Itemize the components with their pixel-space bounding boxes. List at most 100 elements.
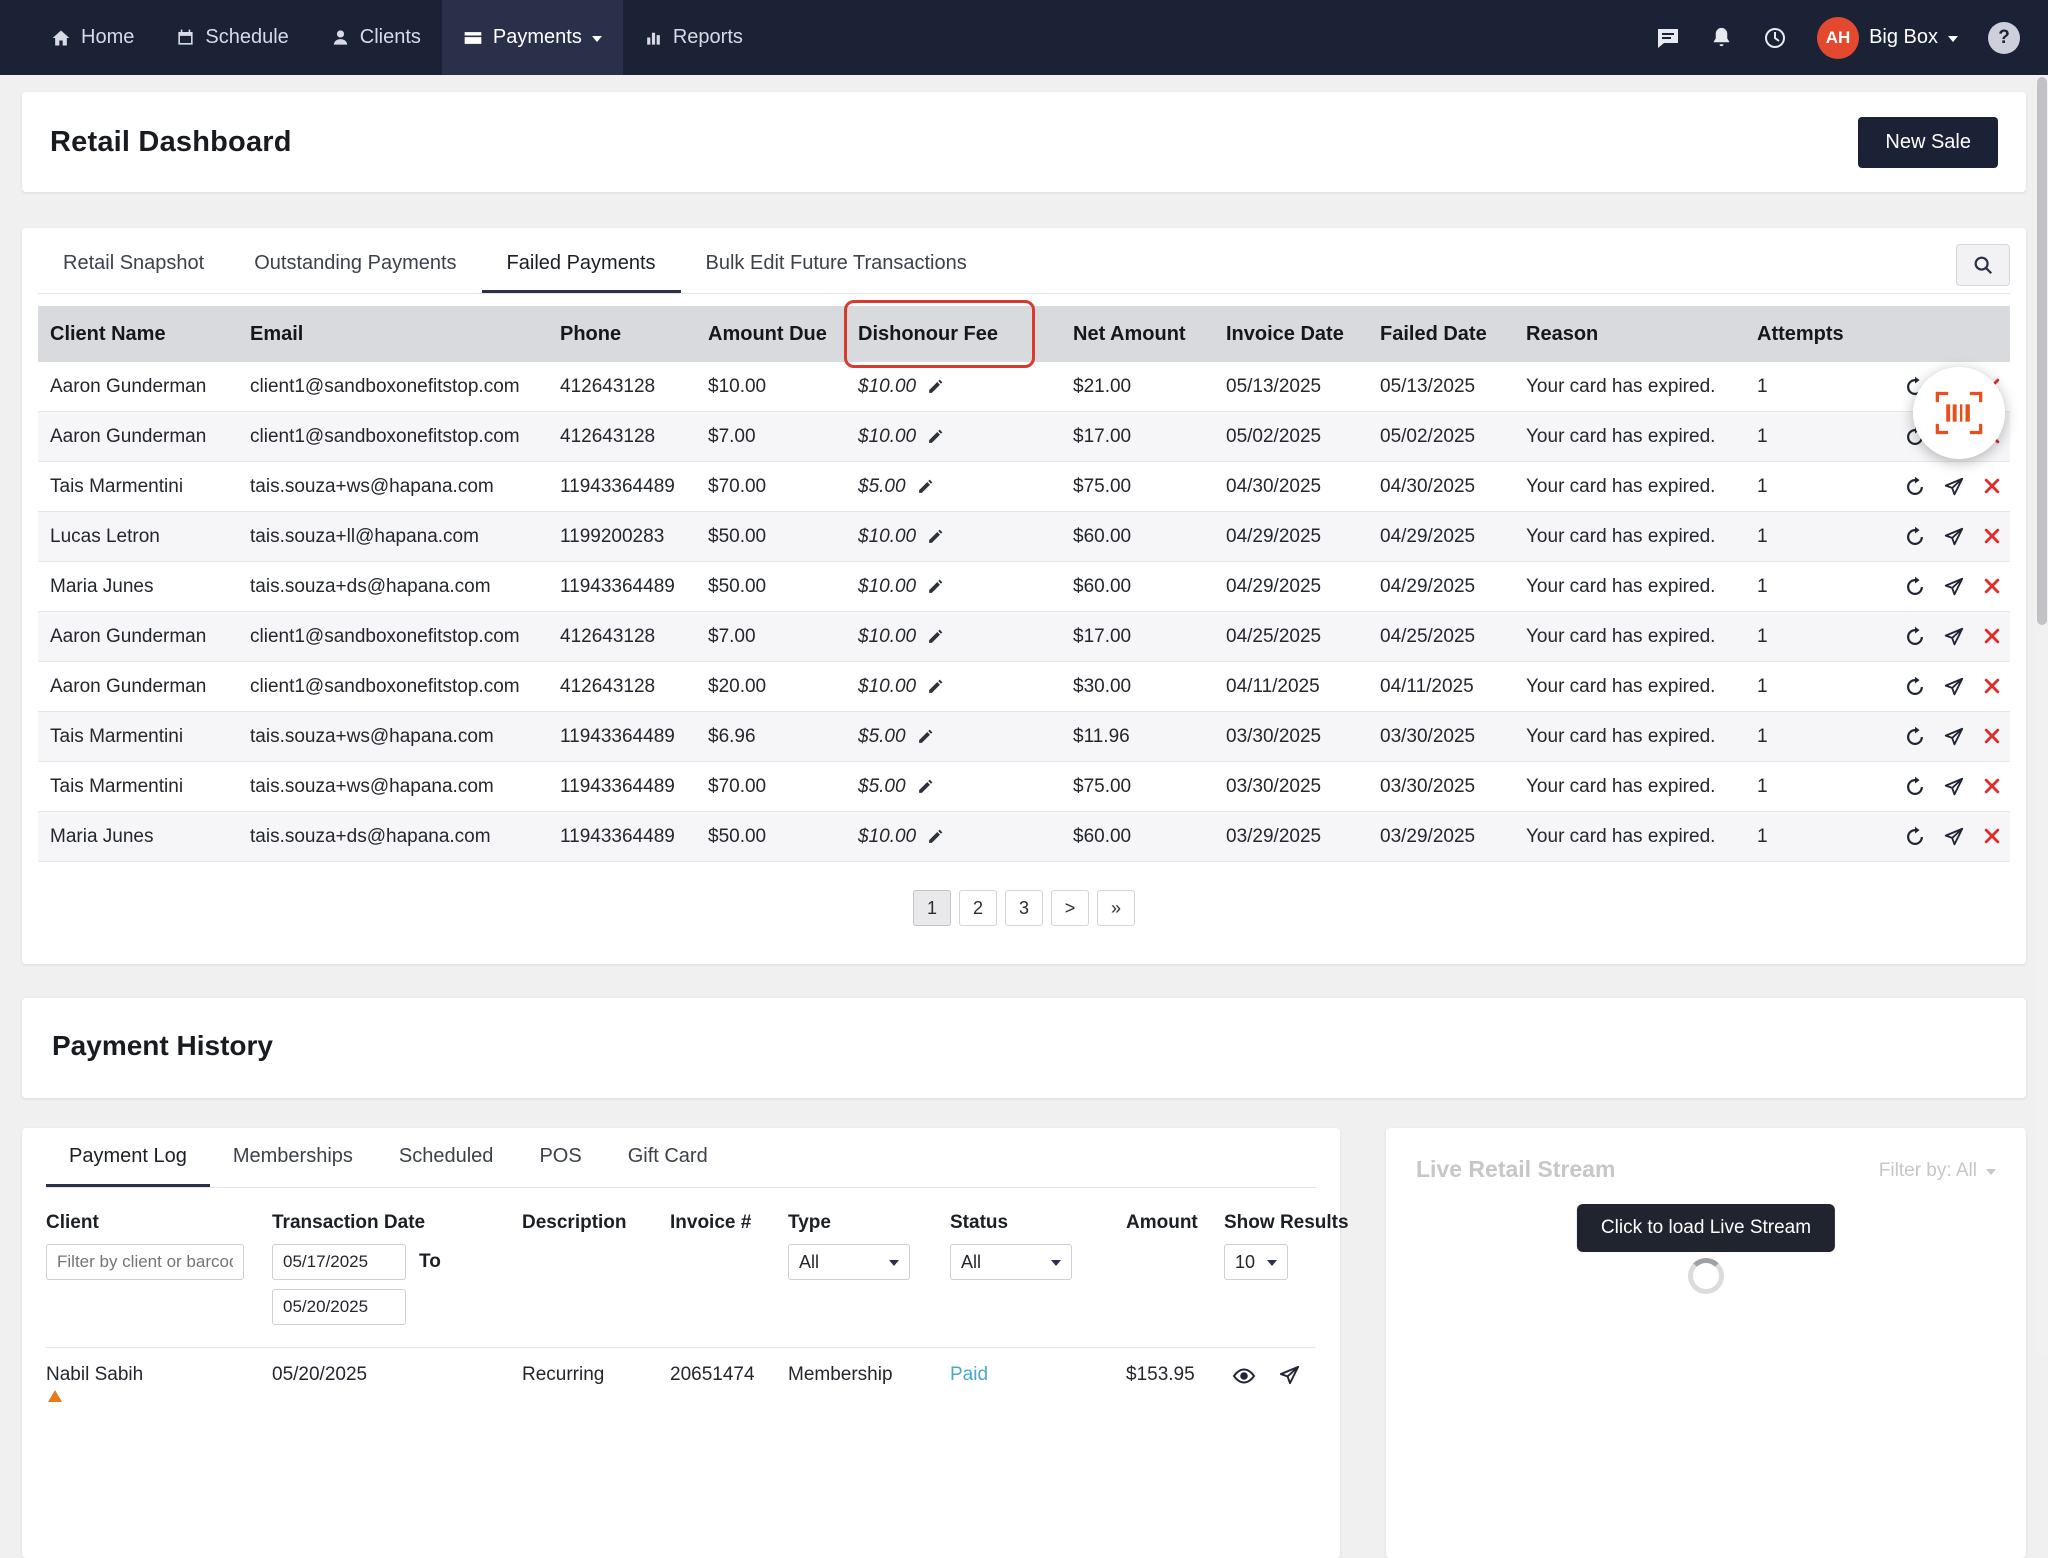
payment-history-title: Payment History [52, 1030, 1996, 1062]
delete-icon[interactable] [1982, 576, 2002, 598]
nav-item-schedule[interactable]: Schedule [155, 0, 309, 75]
send-icon[interactable] [1943, 576, 1965, 598]
edit-fee-pencil-icon[interactable] [927, 428, 944, 445]
amount-due-cell: $50.00 [696, 576, 846, 598]
account-menu[interactable]: AH Big Box [1817, 17, 1958, 59]
date-from-input[interactable] [272, 1244, 406, 1280]
client-filter-input[interactable] [46, 1244, 244, 1280]
reason-cell: Your card has expired. [1514, 476, 1745, 498]
send-icon[interactable] [1943, 526, 1965, 548]
delete-icon[interactable] [1982, 476, 2002, 498]
page-button[interactable]: > [1051, 890, 1089, 926]
view-eye-icon[interactable] [1232, 1364, 1256, 1388]
tab-bulk-edit[interactable]: Bulk Edit Future Transactions [681, 236, 992, 293]
retry-icon[interactable] [1904, 826, 1926, 848]
row-actions [1224, 1364, 1316, 1388]
delete-icon[interactable] [1982, 626, 2002, 648]
fee-value: $10.00 [858, 626, 916, 648]
page-button[interactable]: » [1097, 890, 1135, 926]
edit-fee-pencil-icon[interactable] [927, 628, 944, 645]
delete-icon[interactable] [1982, 526, 2002, 548]
reason-cell: Your card has expired. [1514, 576, 1745, 598]
page-button[interactable]: 1 [913, 890, 951, 926]
send-icon[interactable] [1943, 676, 1965, 698]
delete-icon[interactable] [1982, 826, 2002, 848]
retry-icon[interactable] [1904, 576, 1926, 598]
tab-gift-card[interactable]: Gift Card [605, 1128, 731, 1187]
edit-fee-pencil-icon[interactable] [917, 778, 934, 795]
bell-icon[interactable] [1710, 26, 1733, 49]
tab-outstanding-payments[interactable]: Outstanding Payments [229, 236, 481, 293]
net-amount-cell: $75.00 [1061, 776, 1214, 798]
nav-label: Schedule [205, 26, 288, 49]
search-button[interactable] [1956, 244, 2010, 286]
page-button[interactable]: 3 [1005, 890, 1043, 926]
retry-icon[interactable] [1904, 726, 1926, 748]
new-sale-button[interactable]: New Sale [1858, 117, 1998, 168]
chat-icon[interactable] [1656, 26, 1680, 50]
scrollbar-thumb[interactable] [2037, 77, 2047, 625]
filter-description: Description [522, 1212, 670, 1244]
failed-date-cell: 05/13/2025 [1368, 376, 1514, 398]
reports-icon [644, 28, 663, 47]
nav-item-reports[interactable]: Reports [623, 0, 764, 75]
delete-icon[interactable] [1982, 776, 2002, 798]
home-icon [51, 28, 71, 48]
edit-fee-pencil-icon[interactable] [917, 478, 934, 495]
tab-scheduled[interactable]: Scheduled [376, 1128, 517, 1187]
table-row: Tais Marmentini tais.souza+ws@hapana.com… [38, 712, 2010, 762]
history-icon[interactable] [1763, 26, 1787, 50]
delete-icon[interactable] [1982, 676, 2002, 698]
retry-icon[interactable] [1904, 526, 1926, 548]
retry-icon[interactable] [1904, 476, 1926, 498]
edit-fee-pencil-icon[interactable] [927, 378, 944, 395]
tab-payment-log[interactable]: Payment Log [46, 1128, 210, 1187]
nav-label: Reports [673, 26, 743, 49]
help-icon[interactable]: ? [1988, 22, 2020, 54]
live-stream-filter[interactable]: Filter by: All [1879, 1160, 1996, 1182]
retry-icon[interactable] [1904, 776, 1926, 798]
tab-failed-payments[interactable]: Failed Payments [482, 236, 681, 293]
invoice-date-cell: 05/02/2025 [1214, 426, 1368, 448]
send-icon[interactable] [1943, 776, 1965, 798]
nav-item-payments[interactable]: Payments [442, 0, 623, 75]
nav-item-home[interactable]: Home [30, 0, 155, 75]
edit-fee-pencil-icon[interactable] [927, 678, 944, 695]
status-select[interactable]: All [950, 1244, 1072, 1280]
type-select[interactable]: All [788, 1244, 910, 1280]
tab-memberships[interactable]: Memberships [210, 1128, 376, 1187]
main-nav: Home Schedule Clients Payments Reports [30, 0, 764, 75]
page-button[interactable]: 2 [959, 890, 997, 926]
send-icon[interactable] [1943, 826, 1965, 848]
retry-icon[interactable] [1904, 626, 1926, 648]
tab-retail-snapshot[interactable]: Retail Snapshot [38, 236, 229, 293]
load-live-stream-tooltip[interactable]: Click to load Live Stream [1577, 1204, 1835, 1252]
date-to-input[interactable] [272, 1289, 406, 1325]
nav-item-clients[interactable]: Clients [310, 0, 442, 75]
edit-fee-pencil-icon[interactable] [917, 728, 934, 745]
send-icon[interactable] [1278, 1364, 1301, 1388]
chevron-down-icon [1051, 1260, 1061, 1266]
filter-show-results: Show Results 10 [1224, 1212, 1349, 1280]
failed-payments-card: Retail Snapshot Outstanding Payments Fai… [22, 228, 2026, 964]
tab-pos[interactable]: POS [516, 1128, 604, 1187]
edit-fee-pencil-icon[interactable] [927, 578, 944, 595]
delete-icon[interactable] [1982, 726, 2002, 748]
email-cell: client1@sandboxonefitstop.com [238, 676, 548, 698]
edit-fee-pencil-icon[interactable] [927, 828, 944, 845]
barcode-scan-overlay [1913, 367, 2005, 459]
net-amount-cell: $75.00 [1061, 476, 1214, 498]
edit-fee-pencil-icon[interactable] [927, 528, 944, 545]
send-icon[interactable] [1943, 626, 1965, 648]
failed-date-cell: 03/30/2025 [1368, 726, 1514, 748]
account-name: Big Box [1869, 26, 1938, 49]
phone-cell: 11943364489 [548, 476, 696, 498]
send-icon[interactable] [1943, 476, 1965, 498]
email-cell: client1@sandboxonefitstop.com [238, 426, 548, 448]
show-results-select[interactable]: 10 [1224, 1244, 1288, 1280]
retry-icon[interactable] [1904, 676, 1926, 698]
col-phone: Phone [548, 323, 696, 346]
attempts-cell: 1 [1745, 476, 1892, 498]
type-select-value: All [799, 1252, 819, 1273]
send-icon[interactable] [1943, 726, 1965, 748]
